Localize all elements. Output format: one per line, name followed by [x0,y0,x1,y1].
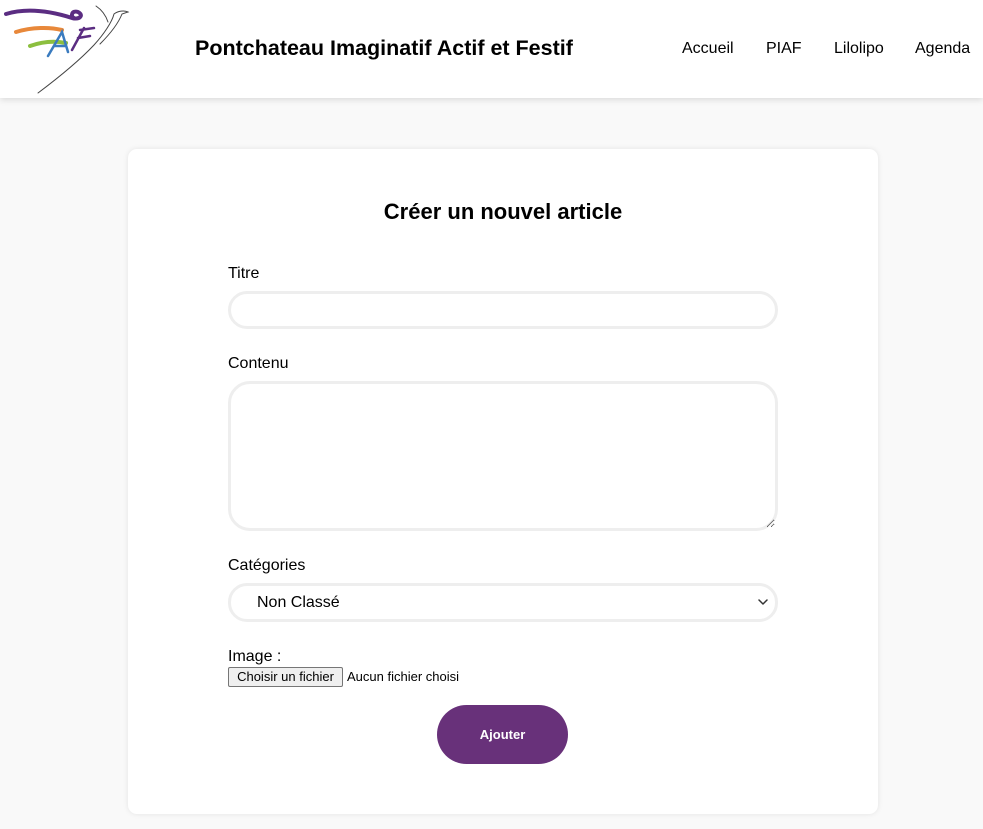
title-input[interactable] [228,291,778,329]
chevron-down-icon [758,599,768,605]
file-status-text: Aucun fichier choisi [347,669,459,684]
category-select[interactable]: Non Classé [228,583,778,622]
category-label: Catégories [228,557,306,574]
form-heading: Créer un nouvel article [383,199,623,224]
nav-item-accueil[interactable]: Accueil [682,40,734,58]
image-label: Image : [228,648,282,665]
site-header: Pontchateau Imaginatif Actif et Festif A… [0,0,983,98]
nav-item-piaf[interactable]: PIAF [766,40,802,58]
nav-item-lilolipo[interactable]: Lilolipo [834,40,884,58]
main-nav: Accueil PIAF Lilolipo Agenda [0,40,983,60]
nav-item-agenda[interactable]: Agenda [915,40,970,58]
choose-file-button[interactable]: Choisir un fichier [228,667,343,687]
content-label: Contenu [228,355,289,372]
new-article-form-card: Créer un nouvel article Titre Contenu Ca… [128,149,878,814]
add-article-button[interactable]: Ajouter [437,705,568,764]
title-label: Titre [228,265,260,282]
category-selected-value: Non Classé [257,594,340,611]
content-textarea[interactable] [228,381,778,531]
